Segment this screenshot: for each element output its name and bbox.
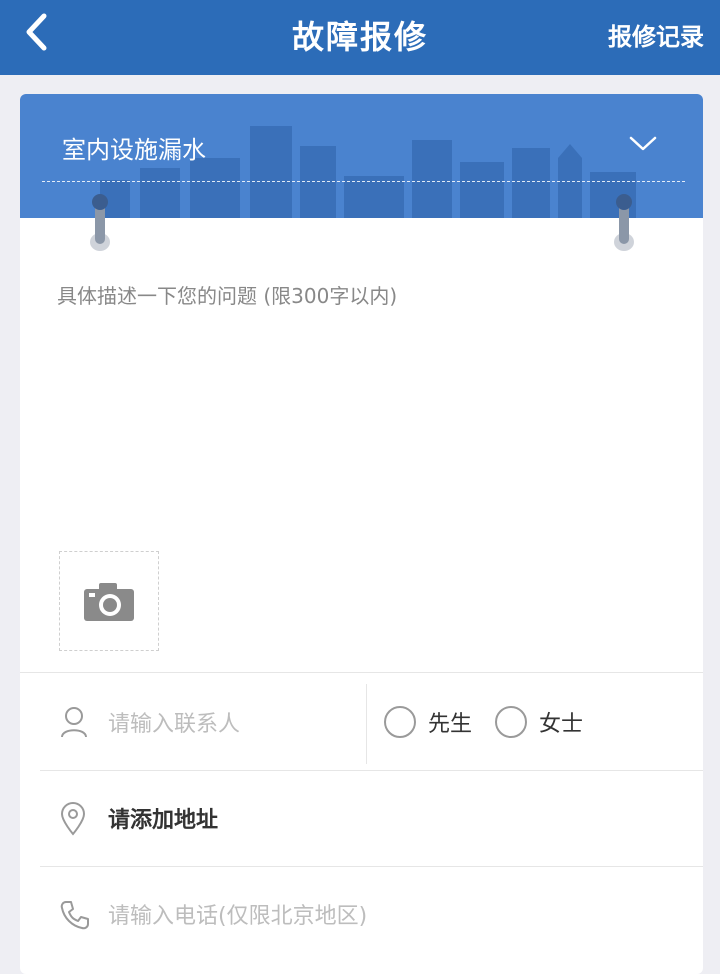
radio-button[interactable] <box>495 706 527 738</box>
gender-label-mr: 先生 <box>428 712 473 737</box>
category-label: 室内设施漏水 <box>62 136 206 164</box>
top-navbar: 故障报修 报修记录 <box>0 0 720 75</box>
phone-input[interactable]: 请输入电话(仅限北京地区) <box>108 898 367 930</box>
person-icon <box>61 707 87 738</box>
repair-form-card: 室内设施漏水 具体描述一下您的问题 (限300字以内) 请输入联系人 先生 女士… <box>20 94 703 974</box>
divider <box>20 672 703 673</box>
gender-label-ms: 女士 <box>539 712 584 737</box>
gender-option-mr[interactable]: 先生 <box>384 706 472 738</box>
description-textarea[interactable]: 具体描述一下您的问题 (限300字以内) <box>57 280 397 309</box>
gender-option-ms[interactable]: 女士 <box>495 706 583 738</box>
radio-button[interactable] <box>384 706 416 738</box>
category-selector[interactable]: 室内设施漏水 <box>20 94 703 218</box>
divider <box>40 866 703 867</box>
repair-records-link[interactable]: 报修记录 <box>608 17 704 52</box>
chevron-down-icon <box>629 136 657 151</box>
camera-icon <box>84 583 134 621</box>
contact-name-input[interactable]: 请输入联系人 <box>108 706 240 738</box>
phone-icon <box>60 901 89 930</box>
add-address-button[interactable]: 请添加地址 <box>108 802 218 834</box>
hanging-peg-right <box>614 194 634 251</box>
hanging-peg-left <box>90 194 110 251</box>
location-pin-icon <box>60 802 86 836</box>
divider <box>40 770 703 771</box>
add-photo-button[interactable] <box>59 551 159 651</box>
dashed-divider <box>42 181 685 182</box>
vertical-separator <box>366 684 367 764</box>
